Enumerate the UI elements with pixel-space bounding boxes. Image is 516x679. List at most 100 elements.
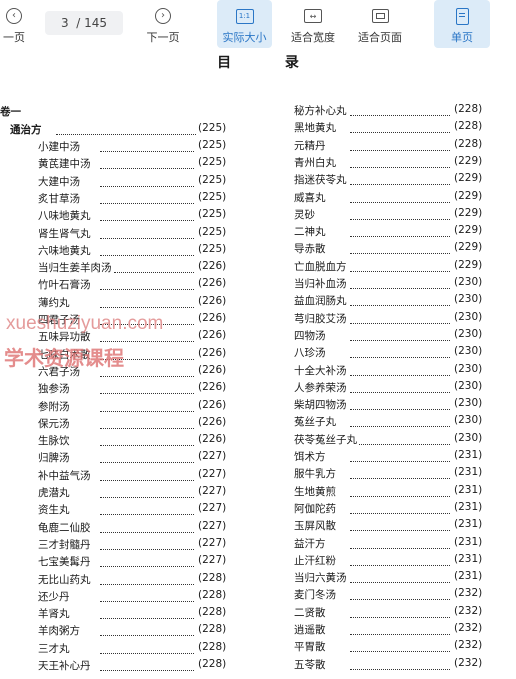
right-toc-entry[interactable]: 二神丸 (229) xyxy=(286,224,500,240)
left-toc-entry[interactable]: 黄芪建中汤 (225) xyxy=(30,156,244,172)
right-toc-entry[interactable]: 益汗方 (231) xyxy=(286,536,500,552)
actual-size-button[interactable]: 1:1 实际大小 xyxy=(217,0,272,48)
right-toc-entry[interactable]: 灵砂 (229) xyxy=(286,207,500,223)
left-toc-entry[interactable]: 三才封髓丹 (227) xyxy=(30,537,244,553)
right-toc-entry[interactable]: 当归六黄汤 (231) xyxy=(286,570,500,586)
right-toc-entry[interactable]: 生地黄煎 (231) xyxy=(286,484,500,500)
right-toc-entry-name: 二贤散 xyxy=(294,606,326,619)
next-page-button[interactable]: › 下一页 xyxy=(140,0,186,48)
right-toc-entry[interactable]: 益血润肠丸 (230) xyxy=(286,293,500,309)
right-toc-entry-leader xyxy=(350,140,450,151)
right-toc-entry-leader xyxy=(350,659,450,670)
fit-width-button[interactable]: ↔ 适合宽度 xyxy=(286,0,340,48)
left-toc-entry-page: (226) xyxy=(198,415,227,428)
right-toc-entry[interactable]: 十全大补汤 (230) xyxy=(286,363,500,379)
left-toc-entry[interactable]: 三才丸 (228) xyxy=(30,641,244,657)
right-toc-entry-page: (231) xyxy=(454,570,483,583)
actual-size-label: 实际大小 xyxy=(222,31,267,44)
page-current-input[interactable]: 3 xyxy=(61,16,69,30)
fit-page-button[interactable]: 适合页面 xyxy=(352,0,408,48)
left-toc-entry[interactable]: 还少丹 (228) xyxy=(30,589,244,605)
left-toc-entry[interactable]: 六味地黄丸 (225) xyxy=(30,243,244,259)
right-toc-entry[interactable]: 饵术方 (231) xyxy=(286,449,500,465)
right-toc-entry[interactable]: 黑地黄丸 (228) xyxy=(286,120,500,136)
left-toc-entry-name: 羊肉粥方 xyxy=(38,625,80,638)
right-toc-entry[interactable]: 指迷茯苓丸 (229) xyxy=(286,172,500,188)
left-toc-entry[interactable]: 参附汤 (226) xyxy=(30,399,244,415)
right-toc-entry[interactable]: 四物汤 (230) xyxy=(286,328,500,344)
right-toc-entry-name: 五苓散 xyxy=(294,658,326,671)
left-toc-entry[interactable]: 生脉饮 (226) xyxy=(30,433,244,449)
right-toc-entry-page: (230) xyxy=(454,379,483,392)
left-toc-entry[interactable]: 小建中汤 (225) xyxy=(30,139,244,155)
single-page-button[interactable]: 单页 xyxy=(434,0,490,48)
left-toc-entry[interactable]: 羊肾丸 (228) xyxy=(30,606,244,622)
left-toc-entry[interactable]: 薄约丸 (226) xyxy=(30,295,244,311)
right-toc-entry[interactable]: 青州白丸 (229) xyxy=(286,155,500,171)
left-toc-entry-leader xyxy=(100,522,194,533)
left-toc-entry[interactable]: 大建中汤 (225) xyxy=(30,174,244,190)
right-toc-entry[interactable]: 导赤散 (229) xyxy=(286,241,500,257)
right-toc-entry[interactable]: 元精丹 (228) xyxy=(286,138,500,154)
page-number-field[interactable]: 3 / 145 xyxy=(45,11,123,35)
right-toc-entry[interactable]: 麦门冬汤 (232) xyxy=(286,587,500,603)
right-toc-entry-name: 当归六黄汤 xyxy=(294,572,347,585)
right-toc-entry[interactable]: 当归补血汤 (230) xyxy=(286,276,500,292)
left-toc-entry-leader xyxy=(100,504,194,516)
right-toc-entry-page: (231) xyxy=(454,500,483,513)
left-toc-entry-name: 无比山药丸 xyxy=(38,573,91,586)
left-toc-entry[interactable]: 当归生姜羊肉汤 (226) xyxy=(30,260,244,276)
left-toc-entry[interactable]: 炙甘草汤 (225) xyxy=(30,191,244,207)
right-toc-entry[interactable]: 平胃散 (232) xyxy=(286,639,500,655)
right-toc-entry-name: 黑地黄丸 xyxy=(294,122,336,135)
right-toc-entry-name: 十全大补汤 xyxy=(294,364,347,377)
left-toc-entry[interactable]: 独参汤 (226) xyxy=(30,381,244,397)
right-toc-entry-name: 饵术方 xyxy=(294,451,326,463)
right-toc-entry-leader xyxy=(350,243,450,255)
section-row[interactable]: 通治方 (225) xyxy=(10,122,232,138)
right-toc-entry[interactable]: 阿伽陀药 (231) xyxy=(286,501,500,517)
left-toc-entry-leader xyxy=(100,418,194,429)
left-toc-entry-page: (228) xyxy=(198,658,227,670)
right-toc-entry[interactable]: 五苓散 (232) xyxy=(286,657,500,673)
right-toc-entry[interactable]: 亡血脱血方 (229) xyxy=(286,259,500,275)
right-toc-entry[interactable]: 逍遥散 (232) xyxy=(286,622,500,638)
left-toc-entry[interactable]: 虎潜丸 (227) xyxy=(30,485,244,501)
right-toc-entry[interactable]: 止汗红粉 (231) xyxy=(286,553,500,569)
right-toc-entry[interactable]: 柴胡四物汤 (230) xyxy=(286,397,500,413)
left-toc-entry[interactable]: 八味地黄丸 (225) xyxy=(30,208,244,224)
right-toc-entry-name: 导赤散 xyxy=(294,243,326,256)
left-toc-entry[interactable]: 资生丸 (227) xyxy=(30,502,244,518)
right-toc-entry[interactable]: 芎归胶艾汤 (230) xyxy=(286,311,500,327)
right-toc-entry-page: (229) xyxy=(454,258,483,271)
prev-page-button[interactable]: ‹ 一页 xyxy=(0,0,28,48)
right-toc-entry[interactable]: 威喜丸 (229) xyxy=(286,190,500,206)
toc-title: 目 录 xyxy=(0,52,516,72)
left-toc-entry[interactable]: 归脾汤 (227) xyxy=(30,450,244,466)
right-toc-entry[interactable]: 茯苓菟丝子丸 (230) xyxy=(286,432,500,448)
fit-page-label: 适合页面 xyxy=(358,31,402,44)
left-toc-entry-page: (226) xyxy=(198,312,227,324)
right-toc-entry[interactable]: 人参养荣汤 (230) xyxy=(286,380,500,396)
left-toc-entry[interactable]: 天王补心丹 (228) xyxy=(30,658,244,674)
left-toc-entry[interactable]: 补中益气汤 (227) xyxy=(30,468,244,484)
right-toc-entry[interactable]: 服牛乳方 (231) xyxy=(286,466,500,482)
right-toc-entry-page: (232) xyxy=(454,587,483,600)
right-toc-entry[interactable]: 玉屏风散 (231) xyxy=(286,518,500,534)
left-toc-entry[interactable]: 羊肉粥方 (228) xyxy=(30,623,244,639)
left-toc-entry[interactable]: 肾生肾气丸 (225) xyxy=(30,226,244,242)
viewer-toolbar: ‹ 一页 3 / 145 › 下一页 1:1 实际大小 ↔ 适合宽度 适合页面 xyxy=(0,0,516,50)
right-toc-entry-page: (231) xyxy=(454,535,483,548)
left-toc-entry[interactable]: 保元汤 (226) xyxy=(30,416,244,432)
right-toc-entry[interactable]: 菟丝子丸 (230) xyxy=(286,414,500,430)
left-toc-entry[interactable]: 无比山药丸 (228) xyxy=(30,572,244,588)
right-toc-entry[interactable]: 八珍汤 (230) xyxy=(286,345,500,361)
right-toc-entry-page: (232) xyxy=(454,656,483,669)
right-toc-entry[interactable]: 二贤散 (232) xyxy=(286,605,500,621)
right-toc-entry-leader xyxy=(350,174,450,186)
left-toc-entry[interactable]: 七宝美髯丹 (227) xyxy=(30,554,244,570)
left-toc-entry[interactable]: 龟鹿二仙胶 (227) xyxy=(30,520,244,536)
left-toc-entry[interactable]: 竹叶石膏汤 (226) xyxy=(30,277,244,293)
right-toc-entry[interactable]: 秘方补心丸 (228) xyxy=(286,103,500,119)
actual-size-icon: 1:1 xyxy=(235,8,254,24)
